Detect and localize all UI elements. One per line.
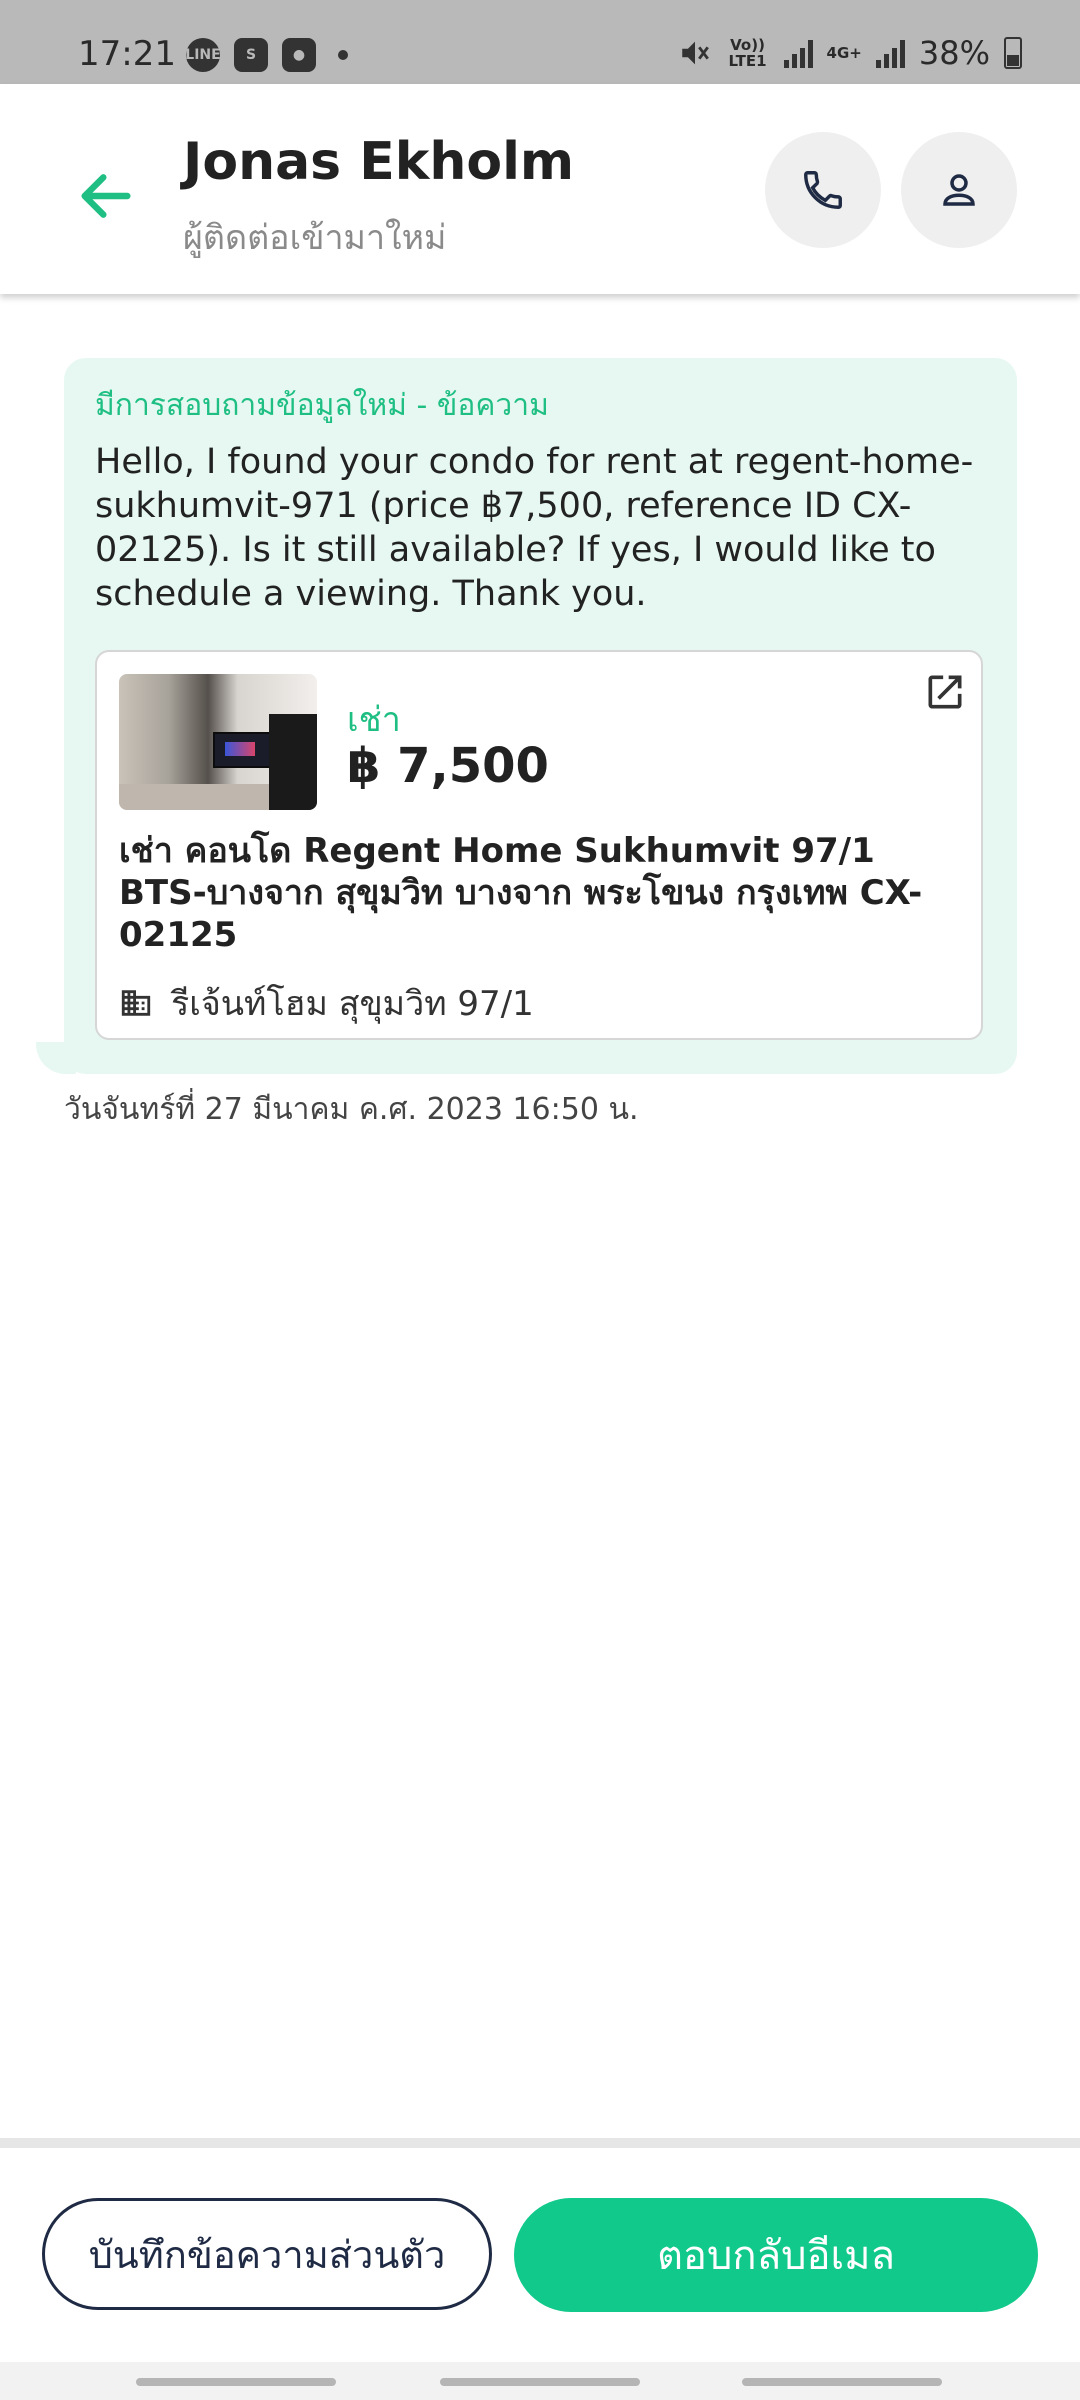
mute-icon [681, 41, 709, 65]
nav-recent-button[interactable] [136, 2378, 336, 2386]
building-icon [121, 990, 151, 1016]
network-label: 4G+ [826, 44, 862, 62]
external-link-icon [928, 675, 962, 709]
message-body: Hello, I found your condo for rent at re… [95, 442, 974, 614]
signal-icon-2 [875, 38, 905, 68]
volte-label: Vo)) LTE1 [728, 36, 767, 70]
project-name: รีเจ้นท์โฮม สุขุมวิท 97/1 [171, 984, 534, 1024]
arrow-left-icon [81, 174, 131, 218]
open-listing-button[interactable] [923, 670, 967, 714]
listing-thumbnail [119, 674, 317, 810]
message-title: มีการสอบถามข้อมูลใหม่ - ข้อความ [95, 388, 549, 423]
listing-price: ฿ 7,500 [347, 738, 549, 794]
status-bar: 17:21 LINE S ● Vo)) LTE1 4G+ 38% [0, 0, 1080, 84]
contact-status: ผู้ติดต่อเข้ามาใหม่ [183, 218, 447, 258]
signal-icon [783, 38, 813, 68]
notification-icons: LINE S ● [185, 38, 348, 72]
battery-percent: 38% [918, 34, 990, 72]
back-button[interactable] [74, 164, 138, 228]
listing-title: เช่า คอนโด Regent Home Sukhumvit 97/1 BT… [119, 831, 923, 955]
shopee-icon: S [234, 38, 268, 72]
person-icon [943, 174, 975, 206]
nav-back-button[interactable] [742, 2378, 942, 2386]
profile-button[interactable] [901, 132, 1017, 248]
bag-icon: ● [282, 38, 316, 72]
system-icons: Vo)) LTE1 4G+ 38% [678, 34, 1022, 72]
nav-home-button[interactable] [440, 2378, 640, 2386]
contact-name: Jonas Ekholm [183, 132, 575, 192]
system-nav-bar [0, 2362, 1080, 2400]
message-bubble: มีการสอบถามข้อมูลใหม่ - ข้อความ Hello, I… [64, 358, 1017, 1074]
listing-card[interactable]: เช่า ฿ 7,500 เช่า คอนโด Regent Home Sukh… [95, 650, 983, 1040]
reply-email-button[interactable]: ตอบกลับอีเมล [514, 2198, 1038, 2312]
bottom-divider [0, 2138, 1080, 2148]
message-timestamp: วันจันทร์ที่ 27 มีนาคม ค.ศ. 2023 16:50 น… [64, 1092, 639, 1127]
line-icon: LINE [185, 38, 221, 72]
phone-icon [804, 171, 842, 209]
more-notifications-dot [338, 50, 348, 60]
conversation-header: Jonas Ekholm ผู้ติดต่อเข้ามาใหม่ [0, 84, 1080, 294]
battery-icon [1004, 37, 1022, 69]
call-button[interactable] [765, 132, 881, 248]
status-time: 17:21 [78, 34, 176, 74]
project-row: รีเจ้นท์โฮม สุขุมวิท 97/1 [119, 976, 534, 1030]
private-note-button[interactable]: บันทึกข้อความส่วนตัว [42, 2198, 492, 2310]
